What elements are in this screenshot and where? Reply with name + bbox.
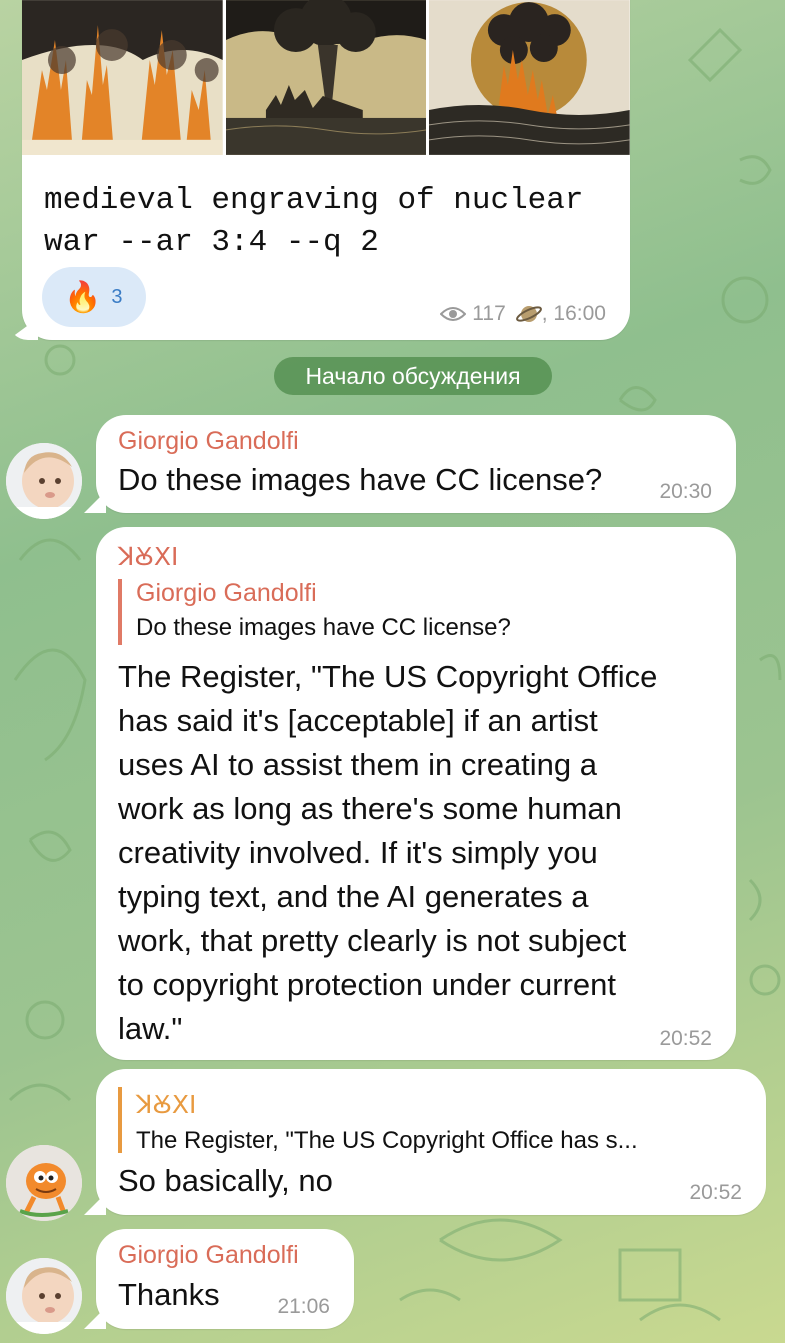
message-bubble-3[interactable]: ꓘꙊꓫꓲ The Register, "The US Copyright Off… — [96, 1069, 766, 1215]
message-bubble-1[interactable]: Giorgio Gandolfi Do these images have CC… — [96, 415, 736, 513]
post-meta: 117 , 16:00 — [440, 301, 606, 327]
quote-sender: Giorgio Gandolfi — [136, 579, 317, 607]
post-caption-line-1: medieval engraving of nuclear — [44, 183, 584, 218]
message-sender[interactable]: ꓘꙊꓫꓲ — [118, 539, 178, 573]
message-line: has said it's [acceptable] if an artist — [118, 703, 598, 738]
discussion-start-label: Начало обсуждения — [305, 362, 521, 389]
message-line: typing text, and the AI generates a — [118, 879, 589, 914]
fire-emoji-icon: 🔥 — [64, 280, 102, 314]
message-bubble-2[interactable]: ꓘꙊꓫꓲ Giorgio Gandolfi Do these images ha… — [96, 527, 736, 1060]
message-line: to copyright protection under current — [118, 967, 616, 1002]
post-time: , 16:00 — [541, 302, 606, 325]
discussion-start-divider: Начало обсуждения — [274, 357, 552, 395]
message-time: 20:52 — [659, 1027, 712, 1050]
post-caption: medieval engraving of nuclear war --ar 3… — [44, 180, 584, 264]
quote-sender: ꓘꙊꓫꓲ — [136, 1091, 197, 1119]
message-text: Thanks — [118, 1277, 220, 1312]
message-line: work as long as there's some human — [118, 791, 622, 826]
message-time: 20:30 — [659, 480, 712, 503]
post-image-2[interactable] — [225, 0, 427, 155]
message-text: Do these images have CC license? — [118, 462, 603, 497]
post-image-3[interactable] — [429, 0, 630, 155]
reply-quote[interactable]: Giorgio Gandolfi Do these images have CC… — [118, 579, 511, 645]
saturn-avatar-icon — [515, 306, 542, 322]
post-image-gallery[interactable] — [22, 0, 630, 155]
avatar-user-orange-character[interactable] — [6, 1145, 82, 1221]
message-line: The Register, "The US Copyright Office — [118, 659, 658, 694]
message-text: The Register, "The US Copyright Office h… — [118, 655, 657, 1051]
message-sender[interactable]: Giorgio Gandolfi — [118, 1241, 299, 1270]
message-line: creativity involved. If it's simply you — [118, 835, 598, 870]
message-text: So basically, no — [118, 1163, 333, 1198]
view-count: 117 — [472, 302, 506, 325]
message-time: 20:52 — [689, 1181, 742, 1204]
quote-text: Do these images have CC license? — [136, 614, 511, 641]
avatar-giorgio-gandolfi[interactable] — [6, 443, 82, 519]
reaction-chip[interactable]: 🔥 3 — [42, 267, 146, 327]
eye-icon — [440, 307, 467, 321]
message-bubble-4[interactable]: Giorgio Gandolfi Thanks 21:06 — [96, 1229, 354, 1329]
post-image-1[interactable] — [22, 0, 223, 155]
reply-quote[interactable]: ꓘꙊꓫꓲ The Register, "The US Copyright Off… — [118, 1087, 638, 1154]
quote-text: The Register, "The US Copyright Office h… — [136, 1127, 638, 1154]
avatar-giorgio-gandolfi[interactable] — [6, 1258, 82, 1334]
message-time: 21:06 — [277, 1295, 330, 1318]
post-caption-line-2: war --ar 3:4 --q 2 — [44, 225, 379, 260]
message-line: law." — [118, 1011, 183, 1046]
message-line: uses AI to assist them in creating a — [118, 747, 598, 782]
message-sender[interactable]: Giorgio Gandolfi — [118, 427, 299, 456]
reaction-count: 3 — [111, 285, 123, 308]
message-line: work, that pretty clearly is not subject — [118, 923, 627, 958]
channel-post[interactable]: medieval engraving of nuclear war --ar 3… — [22, 0, 630, 340]
